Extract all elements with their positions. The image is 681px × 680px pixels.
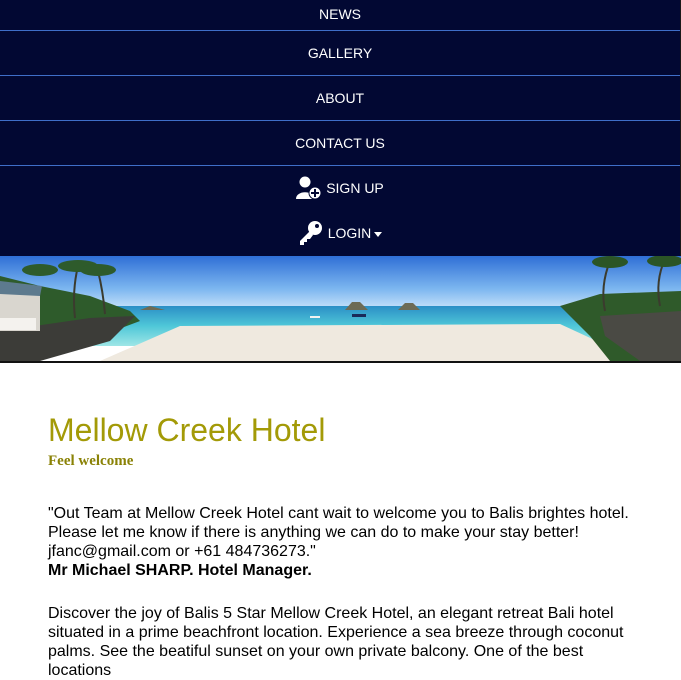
add-user-icon (296, 175, 322, 201)
nav-login-dropdown[interactable]: LOGIN (0, 211, 680, 255)
nav-gallery-link[interactable]: GALLERY (0, 31, 680, 76)
beach-panorama-image (0, 256, 681, 361)
nav-login-label: LOGIN (327, 225, 372, 241)
caret-down-icon (374, 231, 383, 237)
nav-contact-link[interactable]: CONTACT US (0, 121, 680, 166)
nav-signup-label: SIGN UP (326, 180, 384, 196)
hero-banner (0, 256, 681, 363)
key-icon (298, 220, 324, 246)
manager-signature: Mr Michael SHARP. Hotel Manager. (48, 562, 312, 579)
page-title: Mellow Creek Hotel (48, 412, 326, 448)
manager-quote: "Out Team at Mellow Creek Hotel cant wai… (48, 504, 638, 580)
nav-about-link[interactable]: ABOUT (0, 76, 680, 121)
nav-signup-link[interactable]: SIGN UP (0, 166, 680, 210)
page-subtitle: Feel welcome (48, 453, 134, 469)
intro-paragraph: Discover the joy of Balis 5 Star Mellow … (48, 605, 624, 679)
nav-news-link[interactable]: NEWS (0, 0, 680, 31)
quote-text: "Out Team at Mellow Creek Hotel cant wai… (48, 505, 629, 560)
main-navigation: NEWS GALLERY ABOUT CONTACT US SIGN UP LO… (0, 0, 681, 256)
